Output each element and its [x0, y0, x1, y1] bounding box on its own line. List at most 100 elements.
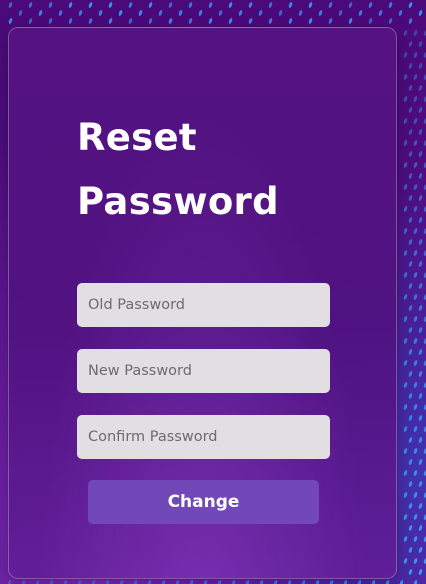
decorative-dot [318, 10, 323, 17]
decorative-dot [408, 349, 413, 356]
decorative-dot [287, 580, 292, 584]
decorative-dot [288, 2, 293, 9]
decorative-dot [403, 404, 408, 411]
decorative-dot [161, 580, 166, 584]
decorative-dot [273, 580, 278, 584]
decorative-dot [418, 349, 423, 356]
decorative-dot [147, 580, 152, 584]
decorative-dot [138, 10, 143, 17]
confirm-password-input[interactable] [77, 415, 330, 459]
decorative-dot [245, 580, 250, 584]
decorative-dot [217, 580, 222, 584]
decorative-dot [413, 162, 418, 169]
decorative-dot [348, 2, 353, 9]
decorative-dot [338, 10, 343, 17]
decorative-dot [413, 448, 418, 455]
decorative-dot [418, 239, 423, 246]
decorative-dot [288, 18, 293, 25]
decorative-dot [128, 18, 133, 25]
decorative-dot [91, 580, 96, 584]
decorative-dot [408, 481, 413, 488]
decorative-dot [418, 63, 423, 70]
decorative-dot [403, 74, 408, 81]
decorative-dot [408, 2, 413, 9]
decorative-dot [403, 382, 408, 389]
decorative-dot [418, 129, 423, 136]
decorative-dot [188, 18, 193, 25]
decorative-dot [413, 492, 418, 499]
decorative-dot [108, 18, 113, 25]
new-password-input[interactable] [77, 349, 330, 393]
decorative-dot [119, 580, 124, 584]
decorative-dot [218, 10, 223, 17]
decorative-dot [38, 10, 43, 17]
decorative-dot [178, 10, 183, 17]
decorative-dot [268, 2, 273, 9]
decorative-dot [238, 10, 243, 17]
decorative-dot [278, 10, 283, 17]
decorative-dot [28, 18, 33, 25]
decorative-dot [418, 195, 423, 202]
decorative-dot [403, 250, 408, 257]
decorative-dot [228, 2, 233, 9]
decorative-dot [403, 272, 408, 279]
decorative-dot [408, 18, 413, 25]
decorative-dot [77, 580, 82, 584]
decorative-dot [413, 360, 418, 367]
decorative-dot [418, 261, 423, 268]
decorative-dot [418, 459, 423, 466]
decorative-dot [408, 525, 413, 532]
decorative-dot [413, 426, 418, 433]
decorative-dot [357, 580, 362, 584]
decorative-dot [148, 2, 153, 9]
decorative-dot [385, 580, 390, 584]
decorative-dot [418, 371, 423, 378]
change-button[interactable]: Change [88, 480, 319, 524]
decorative-dot [231, 580, 236, 584]
decorative-dot [403, 228, 408, 235]
decorative-dot [8, 2, 13, 9]
decorative-dot [413, 30, 418, 37]
decorative-dot [413, 470, 418, 477]
decorative-dot [403, 140, 408, 147]
decorative-dot [408, 327, 413, 334]
decorative-dot [418, 503, 423, 510]
decorative-dot [408, 195, 413, 202]
decorative-dot [88, 18, 93, 25]
old-password-input[interactable] [77, 283, 330, 327]
decorative-dot [408, 129, 413, 136]
decorative-dot [413, 338, 418, 345]
decorative-dot [408, 393, 413, 400]
decorative-dot [208, 2, 213, 9]
decorative-dot [128, 2, 133, 9]
decorative-dot [408, 503, 413, 510]
decorative-dot [408, 305, 413, 312]
decorative-dot [35, 580, 40, 584]
decorative-dot [413, 294, 418, 301]
decorative-dot [403, 162, 408, 169]
decorative-dot [418, 283, 423, 290]
decorative-dot [148, 18, 153, 25]
decorative-dot [203, 580, 208, 584]
decorative-dot [301, 580, 306, 584]
decorative-dot [63, 580, 68, 584]
decorative-dot [418, 327, 423, 334]
decorative-dot [418, 415, 423, 422]
decorative-dot [413, 74, 418, 81]
decorative-dot [208, 18, 213, 25]
decorative-dot [58, 10, 63, 17]
decorative-dot [403, 536, 408, 543]
decorative-dot [418, 437, 423, 444]
decorative-dot [403, 294, 408, 301]
decorative-dot [118, 10, 123, 17]
decorative-dot [413, 52, 418, 59]
decorative-dot [403, 514, 408, 521]
decorative-dot [413, 140, 418, 147]
decorative-dot [388, 18, 393, 25]
decorative-dot [418, 173, 423, 180]
decorative-dot [408, 261, 413, 268]
decorative-dot [328, 2, 333, 9]
decorative-dot [48, 18, 53, 25]
reset-password-card: Reset Password Change [8, 27, 397, 579]
decorative-dot [413, 206, 418, 213]
